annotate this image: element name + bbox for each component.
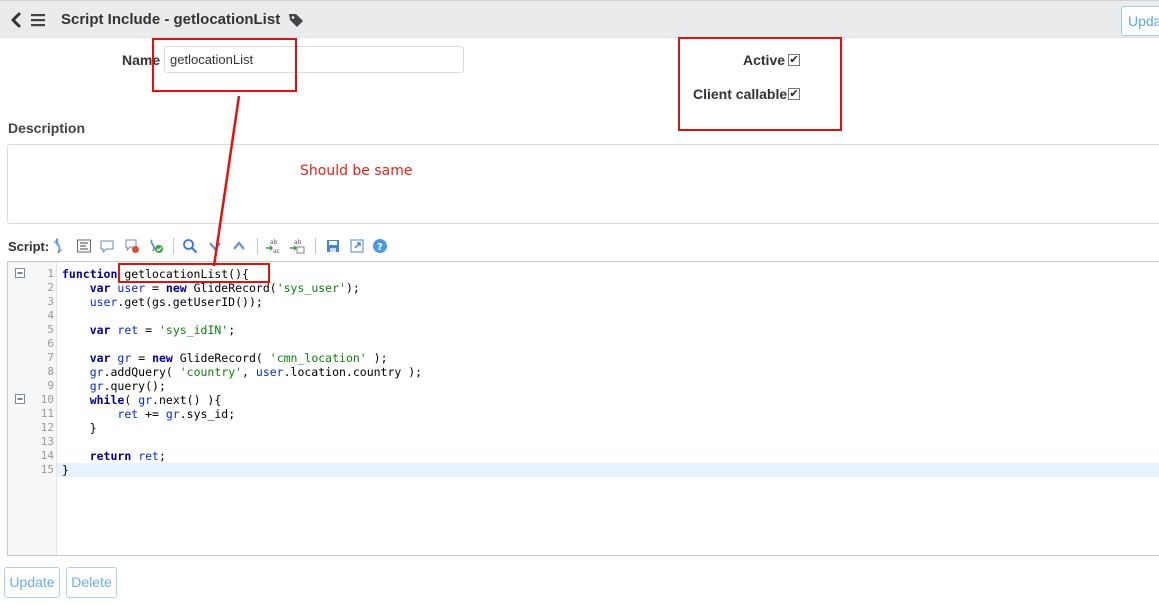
find-previous-icon[interactable] [231, 238, 247, 254]
line-number: 14 [40, 449, 54, 462]
line-number: 11 [40, 407, 54, 420]
line-number: 13 [40, 435, 54, 448]
toolbar-separator [257, 238, 258, 254]
line-number: 6 [47, 337, 54, 350]
update-button[interactable]: Update [4, 567, 60, 598]
fold-icon[interactable] [15, 268, 25, 278]
chevron-left-icon[interactable] [8, 11, 24, 29]
svg-text:ac: ac [273, 248, 280, 254]
line-number: 4 [47, 309, 54, 322]
code-line: return ret; [89, 449, 166, 463]
annotation-box-function-name [118, 263, 270, 283]
code-line: gr.query(); [89, 379, 166, 393]
hamburger-menu-icon[interactable] [31, 13, 45, 27]
line-number: 2 [47, 281, 54, 294]
tag-icon[interactable] [288, 12, 304, 28]
find-next-icon[interactable] [207, 238, 223, 254]
replace-icon[interactable]: ab ac [265, 238, 281, 254]
toolbar-separator [315, 238, 316, 254]
editor-gutter: 1 2 3 4 5 6 7 8 9 10 11 12 13 14 15 [8, 262, 57, 555]
code-line: user.get(gs.getUserID()); [89, 295, 263, 309]
svg-text:ab: ab [294, 239, 302, 246]
script-editor[interactable]: 1 2 3 4 5 6 7 8 9 10 11 12 13 14 15 func… [7, 261, 1159, 556]
line-number: 9 [47, 379, 54, 392]
code-line: while( gr.next() ){ [89, 393, 222, 407]
active-line-highlight [57, 463, 1159, 477]
code-line: var user = new GlideRecord('sys_user'); [89, 281, 360, 295]
line-number: 5 [47, 323, 54, 336]
fold-icon[interactable] [15, 394, 25, 404]
format-code-icon[interactable] [76, 238, 92, 254]
svg-text:?: ? [377, 242, 383, 253]
code-line: var gr = new GlideRecord( 'cmn_location'… [89, 351, 388, 365]
fullscreen-icon[interactable] [349, 238, 365, 254]
uncomment-icon[interactable] [124, 238, 140, 254]
description-textarea[interactable] [7, 144, 1159, 224]
line-number: 3 [47, 295, 54, 308]
search-icon[interactable] [182, 238, 198, 254]
line-number: 7 [47, 351, 54, 364]
comment-icon[interactable] [99, 238, 115, 254]
code-line: gr.addQuery( 'country', user.location.co… [89, 365, 423, 379]
help-icon[interactable]: ? [372, 238, 388, 254]
header-update-button[interactable]: Update [1121, 6, 1159, 36]
line-number: 15 [40, 463, 54, 476]
line-number: 1 [47, 267, 54, 280]
toolbar-separator [173, 238, 174, 254]
code-line: } [62, 421, 97, 435]
script-label: Script: [8, 239, 50, 254]
delete-button[interactable]: Delete [66, 567, 117, 598]
form-header: Script Include - getlocationList Update [0, 0, 1159, 38]
toggle-syntax-icon[interactable] [50, 238, 66, 254]
description-label: Description [8, 120, 86, 136]
annotation-box-flags [678, 37, 842, 131]
annotation-box-name [152, 38, 297, 92]
save-icon[interactable] [325, 238, 341, 254]
line-number: 10 [40, 393, 54, 406]
annotation-text: Should be same [300, 163, 413, 179]
line-number: 8 [47, 365, 54, 378]
page-title: Script Include - getlocationList [61, 11, 281, 28]
line-number: 12 [40, 421, 54, 434]
code-line: } [62, 463, 69, 477]
svg-text:ab: ab [270, 239, 278, 246]
code-line: var ret = 'sys_idIN'; [89, 323, 236, 337]
check-syntax-icon[interactable] [148, 238, 164, 254]
code-line: ret += gr.sys_id; [117, 407, 236, 421]
replace-all-icon[interactable]: ab [289, 238, 305, 254]
